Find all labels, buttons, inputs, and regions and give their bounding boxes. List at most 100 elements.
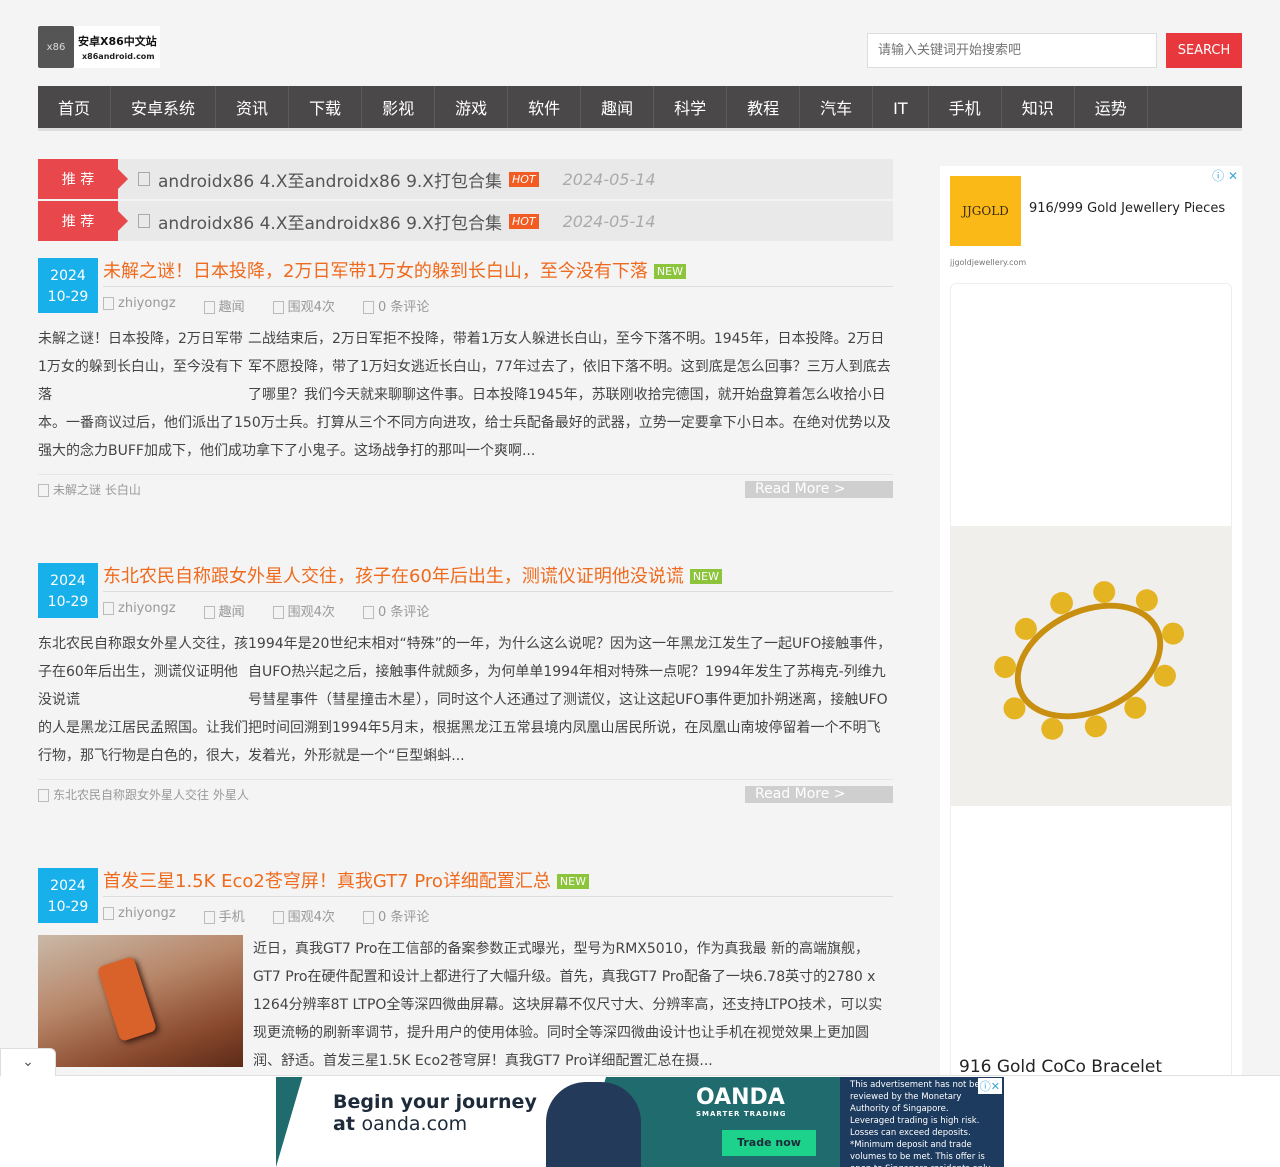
jjgold-logo: JJGOLD: [950, 176, 1021, 246]
comment-count[interactable]: 0 条评论: [378, 605, 429, 620]
oanda-banner-ad[interactable]: Begin your journey at oanda.com OANDA SMAR…: [276, 1077, 1004, 1167]
nav-auto[interactable]: 汽车: [800, 86, 874, 128]
ad-domain: jjgoldjewellery.com: [950, 258, 1027, 267]
nav-science[interactable]: 科学: [654, 86, 728, 128]
article-excerpt: 未解之谜！日本投降，2万日军带1万女的躲到长白山，至今没有下落 二战结束后，2万日…: [38, 325, 893, 465]
article-thumbnail[interactable]: [38, 935, 243, 1067]
recommended-date: 2024-05-14: [562, 211, 656, 231]
nav-android-system[interactable]: 安卓系统: [111, 86, 217, 128]
tag-icon: [38, 789, 49, 802]
eye-icon: [272, 911, 284, 924]
user-icon: [103, 602, 114, 615]
trade-now-button[interactable]: Trade now: [722, 1130, 816, 1156]
category-link[interactable]: 手机: [219, 910, 245, 925]
phone-image: [96, 956, 158, 1042]
comment-icon: [362, 606, 374, 619]
article-title[interactable]: 东北农民自称跟女外星人交往，孩子在60年后出生，测谎仪证明他没说谎 NEW: [103, 563, 893, 592]
article-title[interactable]: 首发三星1.5K Eco2苍穹屏！真我GT7 Pro详细配置汇总 NEW: [103, 868, 893, 897]
date-badge: 2024 10-29: [38, 258, 98, 313]
oanda-logo: OANDA SMARTER TRADING: [696, 1085, 787, 1118]
nav-knowledge[interactable]: 知识: [1002, 86, 1075, 128]
product-name[interactable]: 916 Gold CoCo Bracelet: [959, 1057, 1162, 1077]
recommend-tag: 推 荐: [38, 159, 128, 199]
category-icon: [203, 911, 215, 924]
nav-home[interactable]: 首页: [38, 86, 112, 128]
recommended-item[interactable]: 推 荐 androidx86 4.X至androidx86 9.X打包合集 HO…: [38, 159, 893, 199]
date-badge: 2024 10-29: [38, 563, 98, 618]
file-icon: [138, 214, 150, 228]
new-badge: NEW: [653, 264, 686, 279]
article-meta: zhiyongz 趣闻 围观4次 0 条评论: [103, 601, 457, 620]
read-more-button[interactable]: Read More >: [745, 786, 893, 803]
article-title[interactable]: 未解之谜！日本投降，2万日军带1万女的躲到长白山，至今没有下落 NEW: [103, 258, 893, 287]
thumbnail-broken-image[interactable]: 未解之谜！日本投降，2万日军带1万女的躲到长白山，至今没有下落: [38, 325, 248, 409]
user-icon: [103, 297, 114, 310]
author[interactable]: zhiyongz: [118, 906, 176, 921]
user-icon: [103, 907, 114, 920]
chevron-down-icon: ⌄: [22, 1054, 34, 1070]
read-more-button[interactable]: Read More >: [745, 481, 893, 498]
recommended-title[interactable]: androidx86 4.X至androidx86 9.X打包合集: [158, 209, 502, 234]
site-logo[interactable]: x86 安卓X86中文站 x86android.com: [38, 26, 160, 68]
sidebar-ad[interactable]: ⓘ ✕ JJGOLD 916/999 Gold Jewellery Pieces…: [940, 166, 1242, 1083]
category-icon: [203, 606, 215, 619]
site-name: 安卓X86中文站: [78, 35, 157, 48]
article-footer: 未解之谜 长白山 Read More >: [38, 474, 893, 498]
author[interactable]: zhiyongz: [118, 296, 176, 311]
ad-info-close-icon[interactable]: ⓘ ✕: [1212, 167, 1238, 184]
nav-fun[interactable]: 趣闻: [581, 86, 655, 128]
view-count: 围观4次: [287, 300, 335, 315]
article-tags[interactable]: 东北农民自称跟女外星人交往 外星人: [53, 788, 249, 802]
nav-news[interactable]: 资讯: [216, 86, 290, 128]
recommend-tag: 推 荐: [38, 201, 128, 241]
file-icon: [138, 172, 150, 186]
nav-video[interactable]: 影视: [362, 86, 436, 128]
category-icon: [203, 301, 215, 314]
android-logo-icon: x86: [38, 26, 74, 68]
tag-icon: [38, 484, 49, 497]
nav-fortune[interactable]: 运势: [1075, 86, 1148, 128]
article-footer: 东北农民自称跟女外星人交往 外星人 Read More >: [38, 779, 893, 803]
search-input[interactable]: [867, 33, 1157, 68]
author[interactable]: zhiyongz: [118, 601, 176, 616]
nav-tutorial[interactable]: 教程: [727, 86, 801, 128]
recommended-date: 2024-05-14: [562, 169, 656, 189]
site-url: x86android.com: [82, 52, 155, 61]
main-nav: 首页 安卓系统 资讯 下载 影视 游戏 软件 趣闻 科学 教程 汽车 IT 手机…: [38, 86, 1242, 131]
nav-games[interactable]: 游戏: [435, 86, 509, 128]
category-link[interactable]: 趣闻: [219, 605, 245, 620]
comment-icon: [362, 301, 374, 314]
collapse-ad-button[interactable]: ⌄: [0, 1048, 56, 1076]
ad-headline: Begin your journey at oanda.com: [333, 1091, 537, 1135]
hot-badge: HOT: [508, 213, 539, 229]
eye-icon: [272, 301, 284, 314]
date-badge: 2024 10-29: [38, 868, 98, 923]
new-badge: NEW: [689, 569, 722, 584]
article-meta: zhiyongz 趣闻 围观4次 0 条评论: [103, 296, 457, 315]
article-meta: zhiyongz 手机 围观4次 0 条评论: [103, 906, 457, 925]
comment-count[interactable]: 0 条评论: [378, 910, 429, 925]
article-excerpt: 近日，真我GT7 Pro在工信部的备案参数正式曝光，型号为RMX5010，作为真…: [38, 935, 893, 1075]
bracelet-image: [951, 526, 1231, 806]
article-tags[interactable]: 未解之谜 长白山: [53, 483, 141, 497]
nav-phone[interactable]: 手机: [929, 86, 1002, 128]
view-count: 围观4次: [287, 605, 335, 620]
view-count: 围观4次: [287, 910, 335, 925]
ad-close-icon[interactable]: ⓘ✕: [977, 1078, 1002, 1094]
article-excerpt: 东北农民自称跟女外星人交往，孩子在60年后出生，测谎仪证明他没说谎 1994年是2…: [38, 630, 893, 770]
ad-headline[interactable]: 916/999 Gold Jewellery Pieces: [1029, 201, 1225, 216]
person-with-phone-image: [546, 1082, 641, 1167]
search-button[interactable]: SEARCH: [1166, 33, 1242, 68]
new-badge: NEW: [556, 874, 589, 889]
comment-count[interactable]: 0 条评论: [378, 300, 429, 315]
nav-software[interactable]: 软件: [508, 86, 582, 128]
recommended-title[interactable]: androidx86 4.X至androidx86 9.X打包合集: [158, 167, 502, 192]
nav-it[interactable]: IT: [873, 86, 929, 128]
category-link[interactable]: 趣闻: [219, 300, 245, 315]
eye-icon: [272, 606, 284, 619]
hot-badge: HOT: [508, 171, 539, 187]
thumbnail-broken-image[interactable]: 东北农民自称跟女外星人交往，孩子在60年后出生，测谎仪证明他没说谎: [38, 630, 248, 714]
product-card[interactable]: 916 Gold CoCo Bracelet: [950, 283, 1232, 1083]
nav-download[interactable]: 下载: [289, 86, 363, 128]
recommended-item[interactable]: 推 荐 androidx86 4.X至androidx86 9.X打包合集 HO…: [38, 201, 893, 241]
